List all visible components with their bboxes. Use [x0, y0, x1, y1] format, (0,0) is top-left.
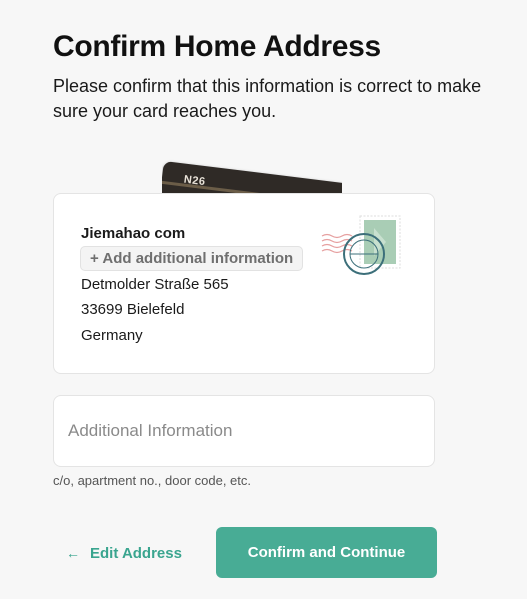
add-additional-info-button[interactable]: + Add additional information: [80, 246, 304, 271]
recipient-name: Jiemahao com: [81, 225, 186, 242]
address-card: Jiemahao com + Add additional informatio…: [53, 193, 435, 374]
confirm-and-continue-button[interactable]: Confirm and Continue: [216, 527, 437, 578]
card-logo: N26: [183, 173, 207, 189]
postage-stamp-icon: [320, 214, 404, 280]
additional-information-hint: c/o, apartment no., door code, etc.: [53, 473, 252, 488]
edit-address-button[interactable]: ← Edit Address: [66, 538, 182, 568]
address-country: Germany: [81, 327, 143, 344]
page-subtitle: Please confirm that this information is …: [53, 76, 482, 121]
additional-information-input[interactable]: [53, 395, 435, 467]
edit-address-label: Edit Address: [90, 544, 182, 562]
arrow-left-icon: ←: [66, 545, 80, 561]
address-city: 33699 Bielefeld: [81, 301, 185, 318]
address-street: Detmolder Straße 565: [81, 276, 229, 293]
page-title: Confirm Home Address: [53, 30, 381, 63]
